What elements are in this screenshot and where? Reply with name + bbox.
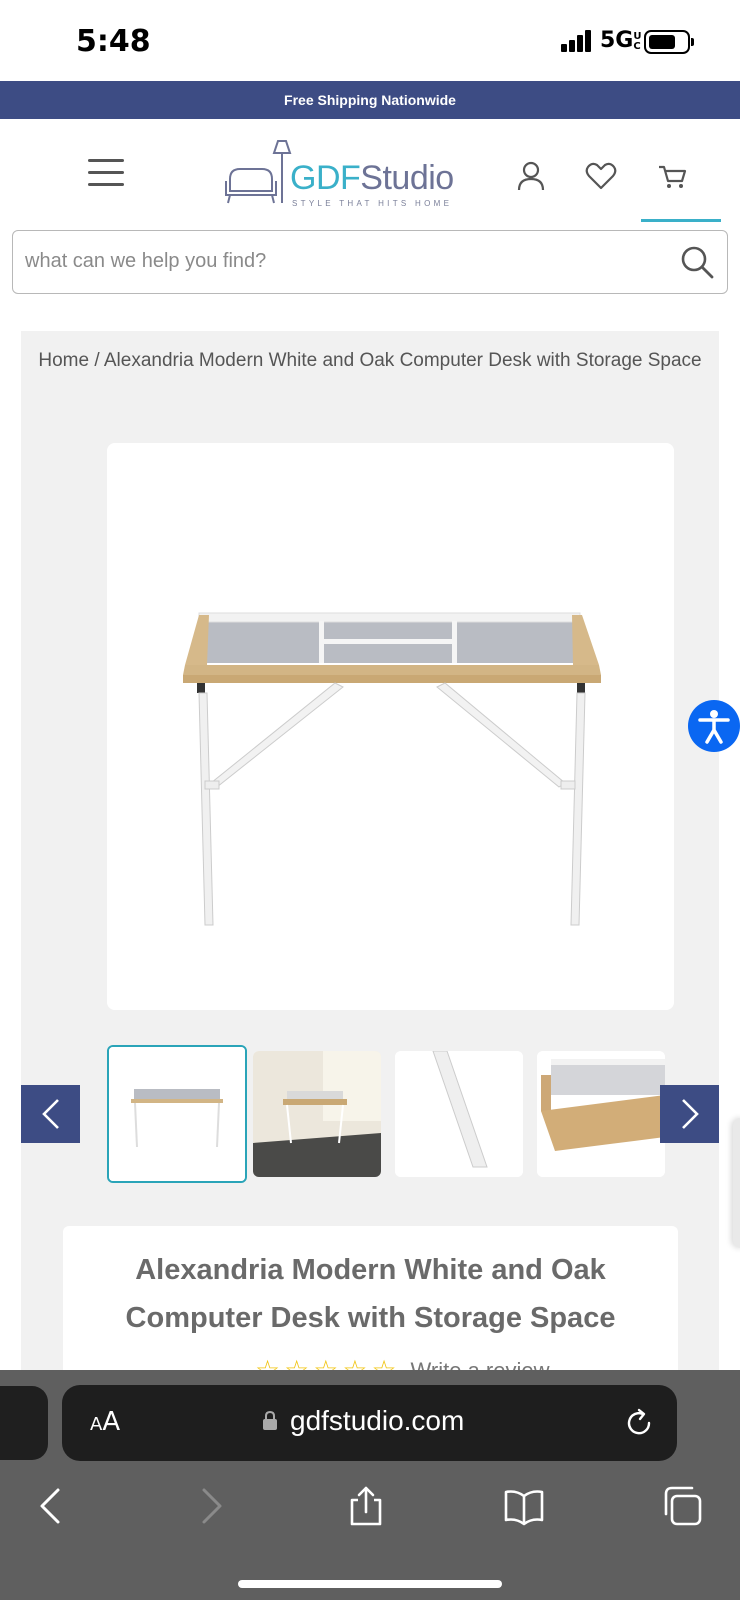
logo-gdf: GDF bbox=[290, 159, 361, 197]
forward-icon[interactable] bbox=[190, 1484, 234, 1528]
chevron-right-icon bbox=[681, 1099, 699, 1129]
battery-level bbox=[649, 35, 675, 49]
thumbnail-desk-hutch-closeup[interactable] bbox=[537, 1051, 665, 1177]
site-logo[interactable]: GDFStudio STYLE THAT HITS HOME bbox=[222, 139, 454, 209]
text-size-large: A bbox=[102, 1407, 121, 1437]
logo-studio: Studio bbox=[360, 159, 454, 197]
url-text: gdfstudio.com bbox=[290, 1405, 465, 1436]
share-icon[interactable] bbox=[344, 1484, 388, 1528]
account-icon[interactable] bbox=[514, 159, 548, 193]
logo-tagline: STYLE THAT HITS HOME bbox=[292, 199, 453, 208]
thumbnail-desk-leg-closeup[interactable] bbox=[395, 1051, 523, 1177]
site-header: GDFStudio STYLE THAT HITS HOME bbox=[0, 119, 740, 227]
lock-icon bbox=[263, 1411, 277, 1430]
network-type: 5G bbox=[600, 28, 634, 53]
home-indicator bbox=[238, 1580, 502, 1588]
cart-active-indicator bbox=[641, 219, 721, 222]
accessibility-button[interactable] bbox=[688, 700, 740, 752]
text-size-small: A bbox=[90, 1414, 103, 1435]
chevron-left-icon bbox=[41, 1099, 59, 1129]
main-product-image[interactable] bbox=[107, 443, 674, 1010]
logo-wordmark: GDFStudio bbox=[290, 159, 454, 198]
promo-text: Free Shipping Nationwide bbox=[284, 92, 456, 108]
menu-icon[interactable] bbox=[88, 159, 124, 187]
armchair-logo-icon bbox=[225, 140, 292, 204]
cart-icon[interactable] bbox=[656, 159, 690, 193]
gallery-next-button[interactable] bbox=[660, 1085, 719, 1143]
thumbnail-strip bbox=[107, 1045, 675, 1183]
accessibility-icon bbox=[698, 710, 730, 744]
search-box bbox=[12, 230, 728, 294]
status-bar: 5:48 5GUC bbox=[0, 0, 740, 80]
address-bar[interactable]: AA gdfstudio.com bbox=[62, 1385, 677, 1461]
network-suffix: UC bbox=[633, 31, 642, 52]
product-panel: Home / Alexandria Modern White and Oak C… bbox=[21, 331, 719, 1426]
wishlist-heart-icon[interactable] bbox=[584, 159, 618, 193]
desk-image bbox=[107, 443, 674, 1010]
thumbnail-desk-in-room[interactable] bbox=[253, 1051, 381, 1177]
battery-cap bbox=[691, 38, 694, 46]
status-time: 5:48 bbox=[76, 24, 151, 59]
previous-tab-stub[interactable] bbox=[0, 1386, 48, 1460]
tabs-icon[interactable] bbox=[660, 1484, 704, 1528]
page: 5:48 5GUC Free Shipping Nationwide GDFSt… bbox=[0, 0, 740, 1600]
network-label: 5GUC bbox=[600, 28, 642, 53]
gallery-prev-button[interactable] bbox=[21, 1085, 80, 1143]
breadcrumb-current: Alexandria Modern White and Oak Computer… bbox=[103, 350, 702, 371]
promo-banner: Free Shipping Nationwide bbox=[0, 81, 740, 119]
back-icon[interactable] bbox=[30, 1484, 74, 1528]
breadcrumb-home[interactable]: Home bbox=[38, 350, 89, 371]
browser-chrome: AA gdfstudio.com bbox=[0, 1370, 740, 1600]
bookmarks-icon[interactable] bbox=[502, 1484, 546, 1528]
thumbnail-desk-front[interactable] bbox=[107, 1045, 247, 1183]
breadcrumb: Home / Alexandria Modern White and Oak C… bbox=[31, 349, 709, 372]
reload-icon[interactable] bbox=[623, 1407, 655, 1439]
side-drawer-handle[interactable] bbox=[733, 1118, 740, 1248]
search-icon[interactable] bbox=[679, 244, 715, 280]
search-input[interactable] bbox=[25, 231, 665, 292]
text-size-button[interactable]: AA bbox=[90, 1407, 120, 1437]
breadcrumb-separator: / bbox=[89, 350, 104, 371]
battery-icon bbox=[644, 30, 690, 54]
signal-icon bbox=[561, 30, 591, 52]
product-title: Alexandria Modern White and Oak Computer… bbox=[125, 1254, 616, 1334]
url-display[interactable]: gdfstudio.com bbox=[262, 1405, 522, 1437]
